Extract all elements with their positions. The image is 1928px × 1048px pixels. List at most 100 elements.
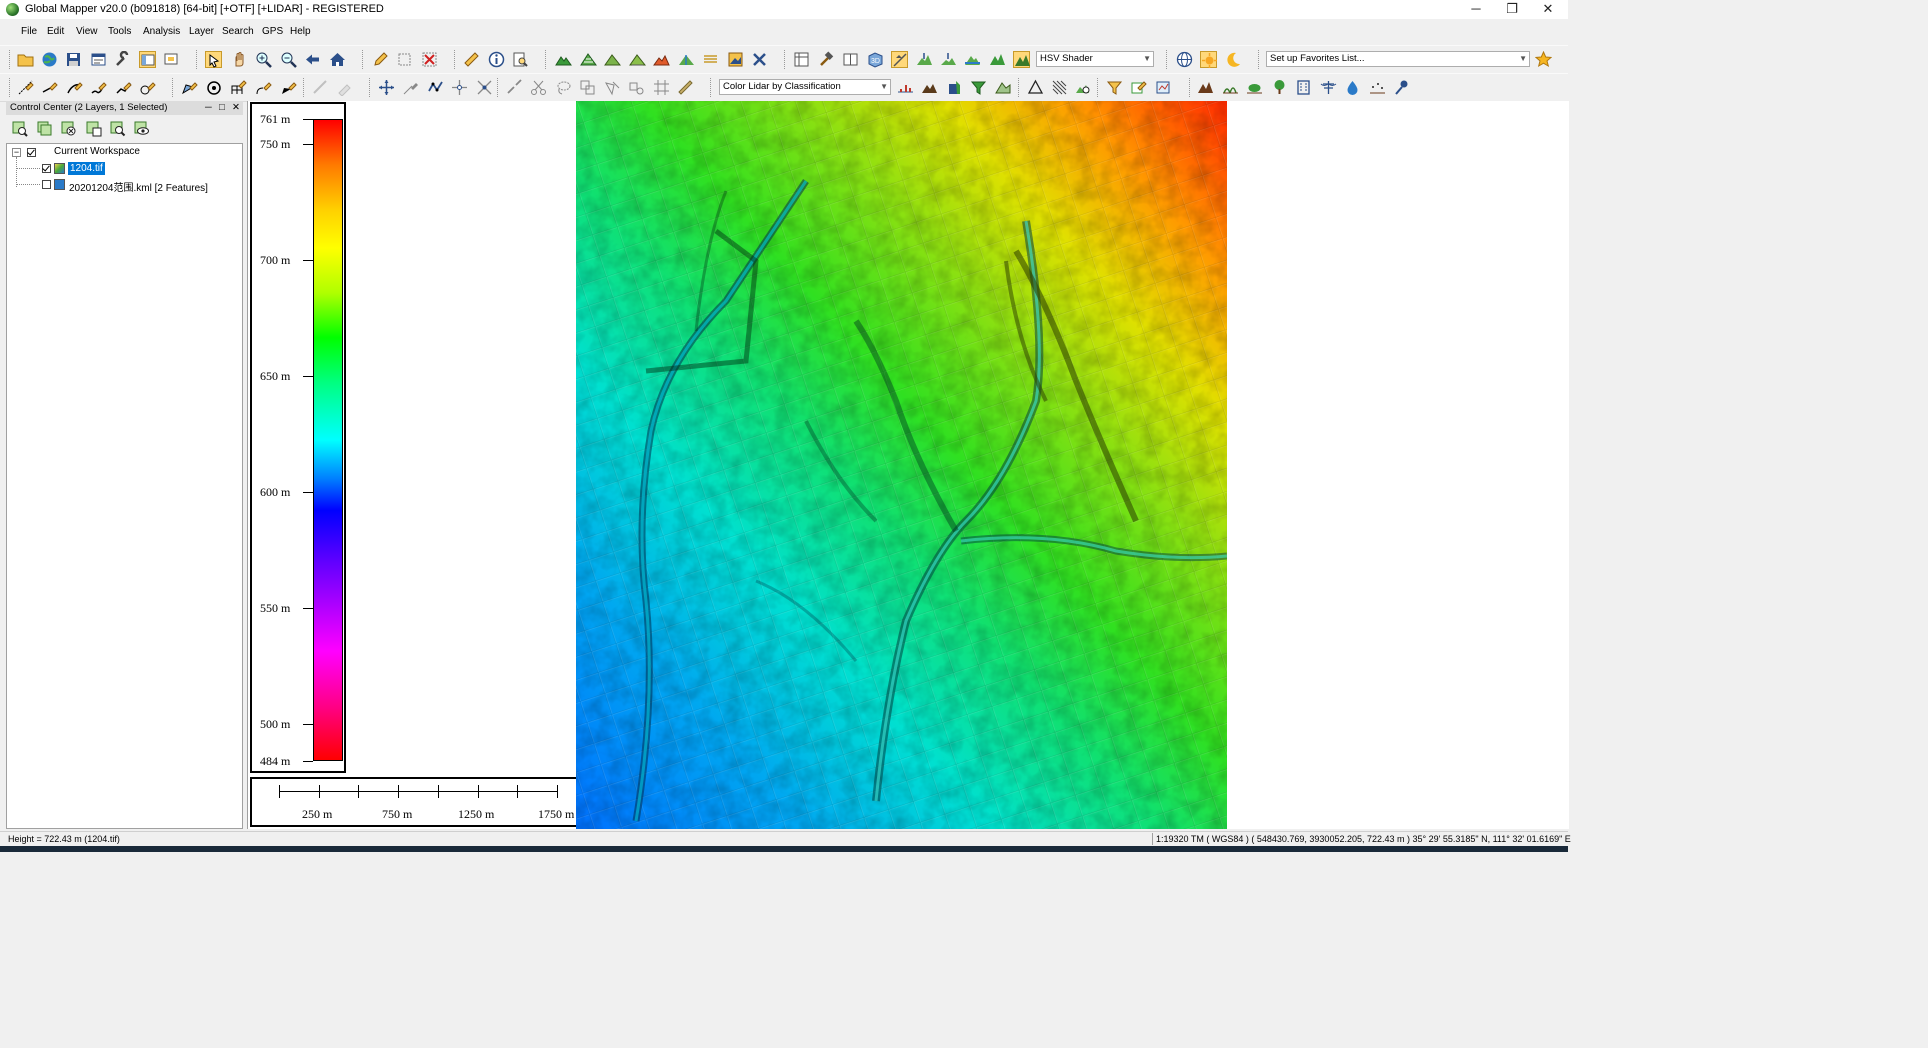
toolbar-grip[interactable]	[369, 78, 373, 97]
lidar-profile-icon[interactable]	[995, 79, 1012, 96]
tree-expander[interactable]: −	[12, 148, 21, 157]
menu-view[interactable]: View	[76, 26, 98, 37]
layer-copy-icon[interactable]	[36, 120, 53, 137]
pan-hand-icon[interactable]	[231, 51, 248, 68]
lidar-ground-icon[interactable]	[921, 79, 938, 96]
lasso-icon[interactable]	[555, 79, 572, 96]
zoom-out-icon[interactable]	[280, 51, 297, 68]
layer-checkbox[interactable]	[42, 180, 51, 189]
menu-edit[interactable]: Edit	[47, 26, 64, 37]
globe-icon[interactable]	[41, 51, 58, 68]
pin-marker-icon[interactable]	[1393, 79, 1410, 96]
grid-snap-icon[interactable]	[653, 79, 670, 96]
toolbar-grip[interactable]	[303, 78, 307, 97]
layer-options-icon[interactable]	[11, 120, 28, 137]
area-create-icon[interactable]	[181, 79, 198, 96]
split-line-icon[interactable]	[506, 79, 523, 96]
home-full-view-icon[interactable]	[329, 51, 346, 68]
water-level-icon[interactable]	[964, 51, 981, 68]
save-icon[interactable]	[65, 51, 82, 68]
elevation-raster[interactable]	[576, 101, 1227, 829]
map-layout-icon[interactable]	[793, 51, 810, 68]
shader-select[interactable]: HSV Shader ▼	[1036, 51, 1154, 67]
layer-visibility-eye-icon[interactable]	[133, 120, 150, 137]
lidar-filter-icon[interactable]	[970, 79, 987, 96]
circle-create-icon[interactable]	[206, 79, 223, 96]
lidar-color-select[interactable]: Color Lidar by Classification ▼	[719, 79, 891, 95]
toolbar-grip[interactable]	[1166, 50, 1170, 69]
digitizer-pencil-icon[interactable]	[372, 51, 389, 68]
panel-pin-button[interactable]: ─	[205, 101, 212, 115]
3d-view-icon[interactable]: 3D	[867, 51, 884, 68]
toolbar-grip[interactable]	[545, 50, 549, 69]
toolbar-grip[interactable]	[362, 50, 366, 69]
toolbar-grip[interactable]	[1097, 78, 1101, 97]
split-view-icon[interactable]	[842, 51, 859, 68]
vertical-exaggeration-up-icon[interactable]	[916, 51, 933, 68]
classify-building-icon[interactable]	[1295, 79, 1312, 96]
classify-powerline-icon[interactable]	[1320, 79, 1337, 96]
search-page-icon[interactable]	[512, 51, 529, 68]
online-data-globe-icon[interactable]	[1176, 51, 1193, 68]
clear-tool-icon[interactable]	[751, 51, 768, 68]
noise-filter-icon[interactable]	[1051, 79, 1068, 96]
cut-fill-icon[interactable]	[702, 51, 719, 68]
info-icon[interactable]	[488, 51, 505, 68]
snap-icon[interactable]	[476, 79, 493, 96]
toolbar-grip[interactable]	[454, 50, 458, 69]
create-freehand-icon[interactable]	[90, 79, 107, 96]
menu-help[interactable]: Help	[290, 26, 311, 37]
toolbar-grip[interactable]	[9, 50, 13, 69]
classify-edit-icon[interactable]	[1130, 79, 1147, 96]
hillshade-toggle-icon[interactable]	[891, 51, 908, 68]
menu-search[interactable]: Search	[222, 26, 254, 37]
delete-feature-icon[interactable]	[421, 51, 438, 68]
toolbar-grip[interactable]	[1258, 50, 1262, 69]
panel-close-button[interactable]: ✕	[232, 101, 240, 115]
split-areas-icon[interactable]	[604, 79, 621, 96]
layer-close-icon[interactable]	[60, 120, 77, 137]
zoom-in-icon[interactable]	[255, 51, 272, 68]
workspace-label[interactable]: Current Workspace	[54, 146, 140, 157]
app-globe-icon[interactable]	[6, 3, 19, 16]
image-tool-icon[interactable]	[727, 51, 744, 68]
overview-map-icon[interactable]	[163, 51, 180, 68]
edit-disabled-icon[interactable]	[336, 79, 353, 96]
create-range-ring-icon[interactable]	[139, 79, 156, 96]
menu-gps[interactable]: GPS	[262, 26, 283, 37]
toolbar-grip[interactable]	[172, 78, 176, 97]
grid-create-icon[interactable]	[230, 79, 247, 96]
lidar-analysis-icon[interactable]	[1155, 79, 1172, 96]
path-profile-icon[interactable]	[653, 51, 670, 68]
config-window-icon[interactable]	[90, 51, 107, 68]
classify-noise-icon[interactable]	[1369, 79, 1386, 96]
ruler-tool-icon[interactable]	[677, 79, 694, 96]
view-shed-icon[interactable]	[629, 51, 646, 68]
toolbar-grip[interactable]	[9, 78, 13, 97]
favorites-select[interactable]: Set up Favorites List... ▼	[1266, 51, 1530, 67]
area-draw-icon[interactable]	[280, 79, 297, 96]
layer-label[interactable]: 20201204范围.kml [2 Features]	[69, 179, 208, 194]
wrench-icon[interactable]	[114, 51, 131, 68]
point-create-icon[interactable]	[255, 79, 272, 96]
feature-select-icon[interactable]	[396, 51, 413, 68]
classify-filter-icon[interactable]	[1106, 79, 1123, 96]
control-center-toggle-icon[interactable]	[139, 51, 156, 68]
layer-zoom-icon[interactable]	[109, 120, 126, 137]
panel-float-button[interactable]: □	[219, 101, 225, 115]
minimize-button[interactable]: ─	[1458, 0, 1494, 19]
toolbar-grip[interactable]	[1189, 78, 1193, 97]
shader-mountain-icon[interactable]	[1013, 51, 1030, 68]
lidar-points-icon[interactable]	[897, 79, 914, 96]
lidar-building-icon[interactable]	[946, 79, 963, 96]
shader-settings-icon[interactable]	[989, 51, 1006, 68]
moon-icon[interactable]	[1225, 51, 1242, 68]
classify-low-veg-icon[interactable]	[1222, 79, 1239, 96]
menu-layer[interactable]: Layer	[189, 26, 214, 37]
triangle-mesh-icon[interactable]	[1027, 79, 1044, 96]
shape-tool-icon[interactable]	[628, 79, 645, 96]
toolbar-grip[interactable]	[710, 78, 714, 97]
rotate-feature-icon[interactable]	[402, 79, 419, 96]
digitizer-select-icon[interactable]	[205, 51, 222, 68]
restore-button[interactable]: ❐	[1494, 0, 1530, 19]
